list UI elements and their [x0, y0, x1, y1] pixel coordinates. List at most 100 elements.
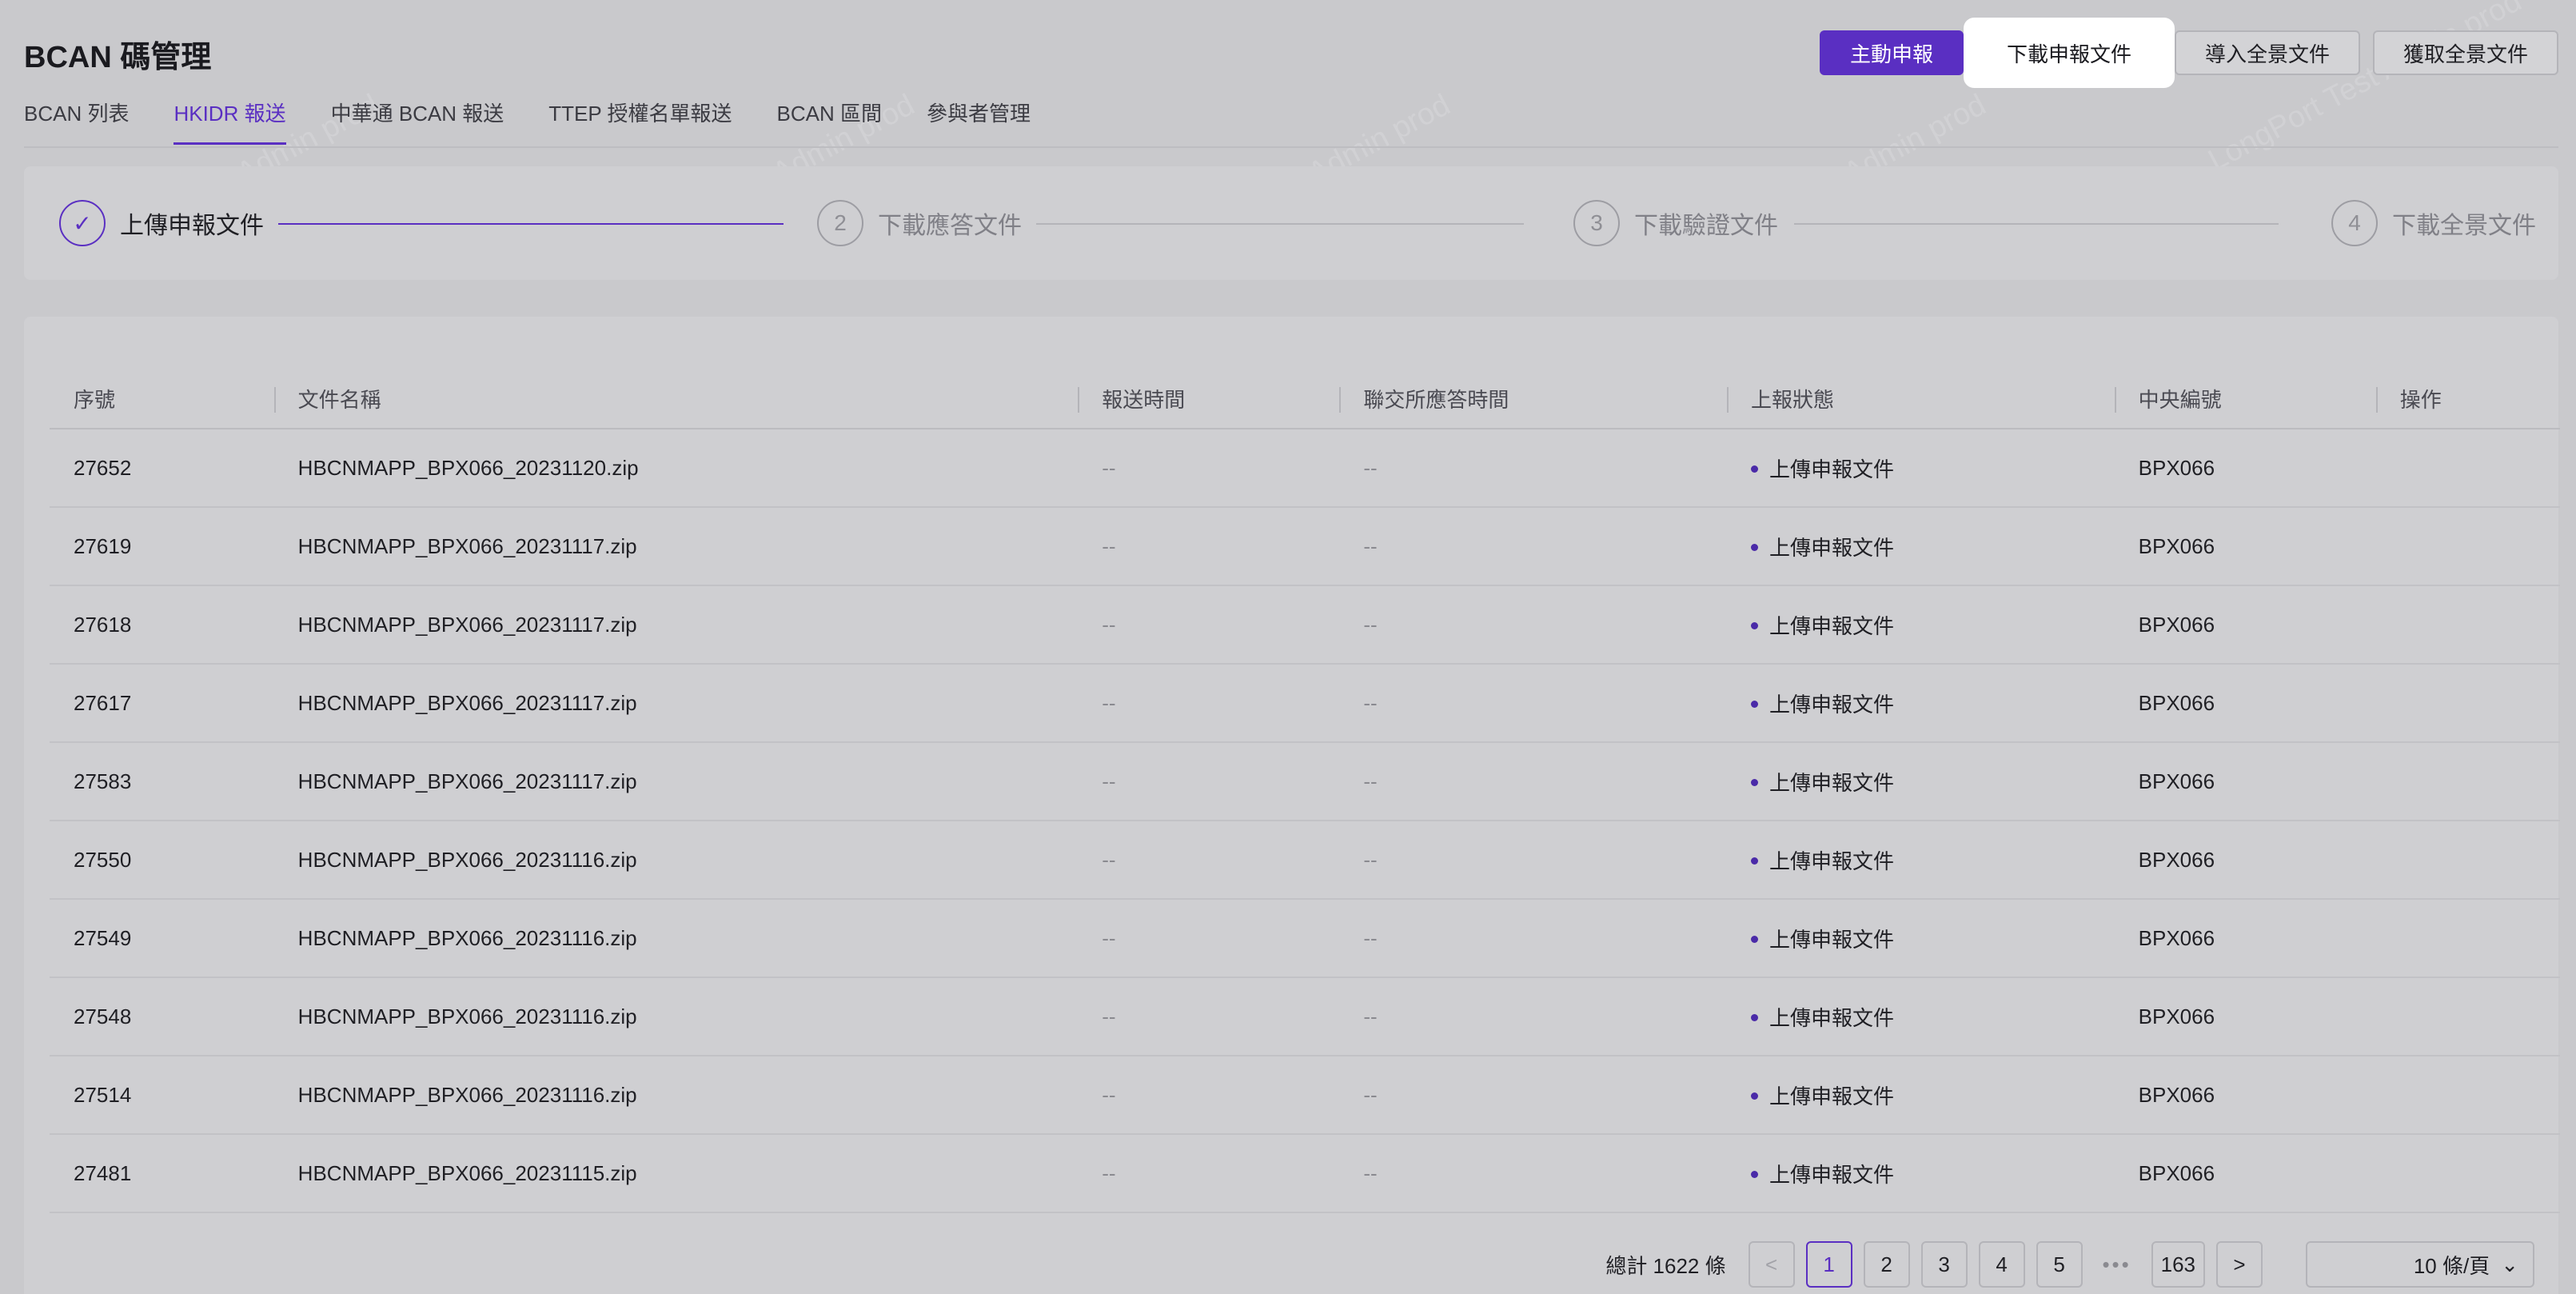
cell-actions: [2375, 821, 2560, 900]
table-row: 27617 HBCNMAPP_BPX066_20231117.zip -- -- 上傳申…: [50, 664, 2560, 743]
cell-id: 27618: [50, 585, 274, 665]
pagination-total: 總計 1622 條: [1605, 1253, 1726, 1278]
status-dot-icon: [1751, 857, 1759, 865]
cell-file-name: HBCNMAPP_BPX066_20231116.zip: [273, 1056, 1079, 1135]
step-download-reply: 2 下載應答文件: [817, 200, 1022, 246]
tab-participant-management[interactable]: 參與者管理: [927, 98, 1031, 145]
page-size-select[interactable]: 10 條/頁 ⌄: [2306, 1241, 2534, 1288]
page-header: BCAN 碼管理 主動申報 下載申報文件 導入全景文件 獲取全景文件 BCAN …: [24, 0, 2558, 152]
table-row: 27514 HBCNMAPP_BPX066_20231116.zip -- -- 上傳申…: [50, 1056, 2560, 1135]
cell-status: 上傳申報文件: [1727, 1056, 2115, 1135]
cell-file-name: HBCNMAPP_BPX066_20231117.zip: [273, 742, 1079, 821]
status-label: 上傳申報文件: [1769, 927, 1895, 952]
cell-reply-time: --: [1339, 664, 1728, 743]
tabs-divider: [24, 146, 2558, 148]
step-connector: [1794, 223, 2279, 225]
cell-status: 上傳申報文件: [1727, 664, 2115, 743]
cell-sent-time: --: [1078, 1134, 1340, 1213]
status-label: 上傳申報文件: [1769, 613, 1895, 638]
tab-bcan-list[interactable]: BCAN 列表: [24, 98, 129, 145]
status-dot-icon: [1751, 544, 1759, 552]
cell-file-name: HBCNMAPP_BPX066_20231115.zip: [273, 1134, 1079, 1213]
status-label: 上傳申報文件: [1769, 849, 1895, 873]
step-number: 4: [2331, 200, 2378, 246]
cell-id: 27583: [50, 742, 274, 821]
cell-status: 上傳申報文件: [1727, 585, 2115, 665]
table-row: 27549 HBCNMAPP_BPX066_20231116.zip -- -- 上傳申…: [50, 899, 2560, 978]
cell-central-code: BPX066: [2114, 585, 2376, 665]
step-connector: [1036, 223, 1524, 225]
cell-reply-time: --: [1339, 742, 1728, 821]
page-button-4[interactable]: 4: [1978, 1241, 2025, 1288]
chevron-down-icon: ⌄: [2501, 1252, 2518, 1276]
cell-central-code: BPX066: [2114, 899, 2376, 978]
tab-stock-connect-bcan[interactable]: 中華通 BCAN 報送: [331, 98, 504, 145]
cell-sent-time: --: [1078, 429, 1340, 508]
column-header-reply-time: 聯交所應答時間: [1339, 369, 1728, 429]
status-label: 上傳申報文件: [1769, 1005, 1895, 1030]
cell-id: 27617: [50, 664, 274, 743]
cell-reply-time: --: [1339, 429, 1728, 508]
cell-status: 上傳申報文件: [1727, 899, 2115, 978]
next-page-button[interactable]: >: [2216, 1241, 2263, 1288]
cell-actions: [2375, 899, 2560, 978]
step-connector: [278, 223, 784, 225]
status-dot-icon: [1751, 1171, 1759, 1179]
page-ellipsis[interactable]: •••: [2094, 1241, 2140, 1288]
status-dot-icon: [1751, 701, 1759, 709]
column-header-actions: 操作: [2375, 369, 2560, 429]
cell-central-code: BPX066: [2114, 1134, 2376, 1213]
cell-file-name: HBCNMAPP_BPX066_20231117.zip: [273, 664, 1079, 743]
table-row: 27583 HBCNMAPP_BPX066_20231117.zip -- -- 上傳申…: [50, 742, 2560, 821]
page-button-last[interactable]: 163: [2151, 1241, 2205, 1288]
cell-status: 上傳申報文件: [1727, 1134, 2115, 1213]
manual-report-button[interactable]: 主動申報: [1819, 30, 1964, 75]
step-label: 下載驗證文件: [1634, 213, 1778, 239]
download-report-file-button[interactable]: 下載申報文件: [1976, 30, 2162, 75]
cell-id: 27550: [50, 821, 274, 900]
cell-sent-time: --: [1078, 585, 1340, 665]
status-dot-icon: [1751, 1014, 1759, 1022]
cell-status: 上傳申報文件: [1727, 742, 2115, 821]
prev-page-button[interactable]: <: [1748, 1241, 1795, 1288]
cell-status: 上傳申報文件: [1727, 507, 2115, 586]
import-full-file-button[interactable]: 導入全景文件: [2174, 30, 2360, 75]
cell-actions: [2375, 429, 2560, 508]
cell-sent-time: --: [1078, 664, 1340, 743]
report-table: 序號 文件名稱 報送時間 聯交所應答時間 上報狀態 中央編號 操作 27652 H…: [50, 369, 2560, 1213]
tab-hkidr-report[interactable]: HKIDR 報送: [173, 98, 286, 145]
cell-sent-time: --: [1078, 507, 1340, 586]
table-row: 27481 HBCNMAPP_BPX066_20231115.zip -- -- 上傳申…: [50, 1134, 2560, 1213]
column-header-sent-time: 報送時間: [1078, 369, 1340, 429]
page-button-2[interactable]: 2: [1863, 1241, 1910, 1288]
tab-bcan-range[interactable]: BCAN 區間: [776, 98, 881, 145]
step-label: 下載應答文件: [878, 213, 1022, 239]
status-label: 上傳申報文件: [1769, 535, 1895, 560]
tab-ttep-authorization[interactable]: TTEP 授權名單報送: [548, 98, 732, 145]
cell-reply-time: --: [1339, 585, 1728, 665]
page-button-3[interactable]: 3: [1920, 1241, 1968, 1288]
cell-reply-time: --: [1339, 821, 1728, 900]
pagination: 總計 1622 條 < 1 2 3 4 5 ••• 163 > 10 條/頁 ⌄: [1605, 1241, 2534, 1288]
page-button-5[interactable]: 5: [2036, 1241, 2083, 1288]
cell-file-name: HBCNMAPP_BPX066_20231116.zip: [273, 821, 1079, 900]
fetch-full-file-button[interactable]: 獲取全景文件: [2372, 30, 2558, 75]
cell-file-name: HBCNMAPP_BPX066_20231117.zip: [273, 507, 1079, 586]
step-download-full: 4 下載全景文件: [2331, 200, 2536, 246]
table-row: 27618 HBCNMAPP_BPX066_20231117.zip -- -- 上傳申…: [50, 585, 2560, 665]
cell-central-code: BPX066: [2114, 742, 2376, 821]
cell-actions: [2375, 664, 2560, 743]
step-number: 3: [1573, 200, 1620, 246]
cell-central-code: BPX066: [2114, 429, 2376, 508]
status-label: 上傳申報文件: [1769, 457, 1895, 481]
cell-sent-time: --: [1078, 742, 1340, 821]
status-dot-icon: [1751, 465, 1759, 473]
column-header-status: 上報狀態: [1727, 369, 2115, 429]
step-number: 2: [817, 200, 863, 246]
cell-reply-time: --: [1339, 1134, 1728, 1213]
cell-id: 27481: [50, 1134, 274, 1213]
cell-sent-time: --: [1078, 1056, 1340, 1135]
page-button-1[interactable]: 1: [1805, 1241, 1852, 1288]
cell-actions: [2375, 585, 2560, 665]
cell-reply-time: --: [1339, 899, 1728, 978]
